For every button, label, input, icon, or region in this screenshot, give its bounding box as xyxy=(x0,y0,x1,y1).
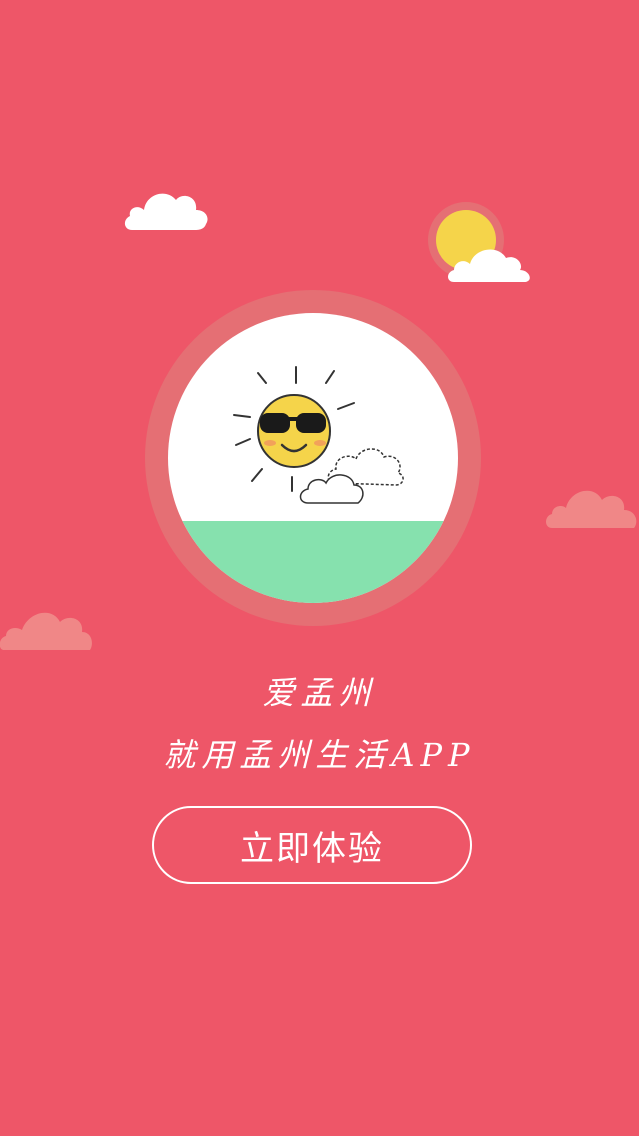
cloud-icon xyxy=(0,612,92,650)
cloud-shape xyxy=(0,612,92,650)
cloud-icon xyxy=(124,193,208,230)
app-slogan-title: 爱孟州 xyxy=(262,674,377,712)
hero-disc xyxy=(168,313,458,603)
cloud-icon xyxy=(546,490,637,528)
sun-behind-cloud-icon xyxy=(428,202,530,282)
try-now-button[interactable]: 立即体验 xyxy=(152,806,472,884)
cloud-shape xyxy=(546,490,637,528)
splash-screen: 爱孟州 就用孟州生活APP 立即体验 xyxy=(0,0,639,1136)
try-now-button-label: 立即体验 xyxy=(240,829,384,868)
sunglasses-sun-icon xyxy=(233,366,404,504)
hero-ground xyxy=(168,521,458,603)
blush-left xyxy=(264,440,276,446)
blush-right xyxy=(314,440,326,446)
cloud-shape xyxy=(124,193,208,230)
app-slogan-subtitle: 就用孟州生活APP xyxy=(163,736,476,774)
